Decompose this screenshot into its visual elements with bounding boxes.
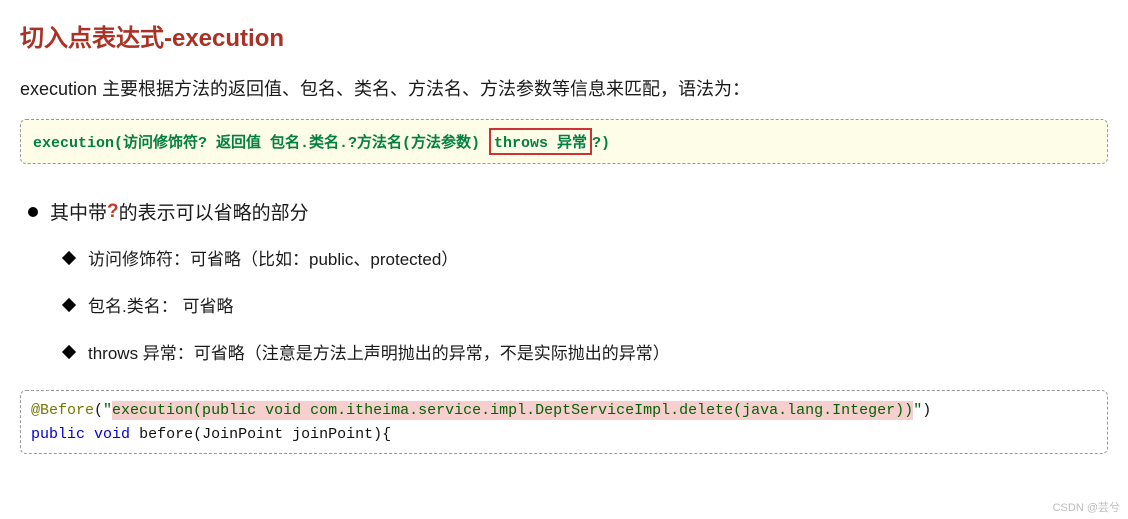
diamond-icon: [62, 297, 76, 311]
bullet-text-before: 其中带: [50, 198, 107, 225]
sub-item-text: 包名.类名： 可省略: [88, 292, 233, 317]
syntax-throws-highlight: throws 异常: [489, 128, 592, 155]
code-line-1: @Before("execution(public void com.ithei…: [31, 399, 1097, 423]
syntax-box: execution(访问修饰符? 返回值 包名.类名.?方法名(方法参数) th…: [20, 119, 1108, 164]
code-string-close: ": [913, 402, 922, 419]
sub-item-text: 访问修饰符：可省略（比如：public、protected）: [88, 245, 458, 270]
code-kw-public: public: [31, 426, 85, 443]
sub-list: 访问修饰符：可省略（比如：public、protected） 包名.类名： 可省…: [64, 245, 1108, 364]
syntax-suffix: ?): [592, 135, 610, 152]
sub-item: throws 异常：可省略（注意是方法上声明抛出的异常，不是实际抛出的异常）: [64, 339, 1108, 364]
bullet-text-after: 的表示可以省略的部分: [119, 198, 309, 225]
code-kw-void: void: [94, 426, 130, 443]
sub-item: 包名.类名： 可省略: [64, 292, 1108, 317]
diamond-icon: [62, 344, 76, 358]
code-method-params: (JoinPoint joinPoint){: [193, 426, 391, 443]
code-string-open: ": [103, 402, 112, 419]
code-paren-close: ): [922, 402, 931, 419]
intro-text: execution 主要根据方法的返回值、包名、类名、方法名、方法参数等信息来匹…: [20, 75, 1108, 101]
code-execution-expr: execution(public void com.itheima.servic…: [112, 401, 913, 420]
page-title: 切入点表达式-execution: [20, 18, 1108, 53]
syntax-prefix: execution(访问修饰符? 返回值 包名.类名.?方法名(方法参数): [33, 135, 489, 152]
code-annotation: @Before: [31, 402, 94, 419]
bullet-main: 其中带 ? 的表示可以省略的部分: [20, 198, 1108, 225]
diamond-icon: [62, 250, 76, 264]
sub-item-text: throws 异常：可省略（注意是方法上声明抛出的异常，不是实际抛出的异常）: [88, 339, 670, 364]
watermark: CSDN @芸兮: [1053, 499, 1120, 515]
sub-item: 访问修饰符：可省略（比如：public、protected）: [64, 245, 1108, 270]
code-method-name: before: [139, 426, 193, 443]
code-paren-open: (: [94, 402, 103, 419]
code-line-2: public void before(JoinPoint joinPoint){: [31, 423, 1097, 447]
code-box: @Before("execution(public void com.ithei…: [20, 390, 1108, 454]
bullet-qmark: ?: [107, 201, 119, 223]
bullet-disc-icon: [28, 207, 38, 217]
